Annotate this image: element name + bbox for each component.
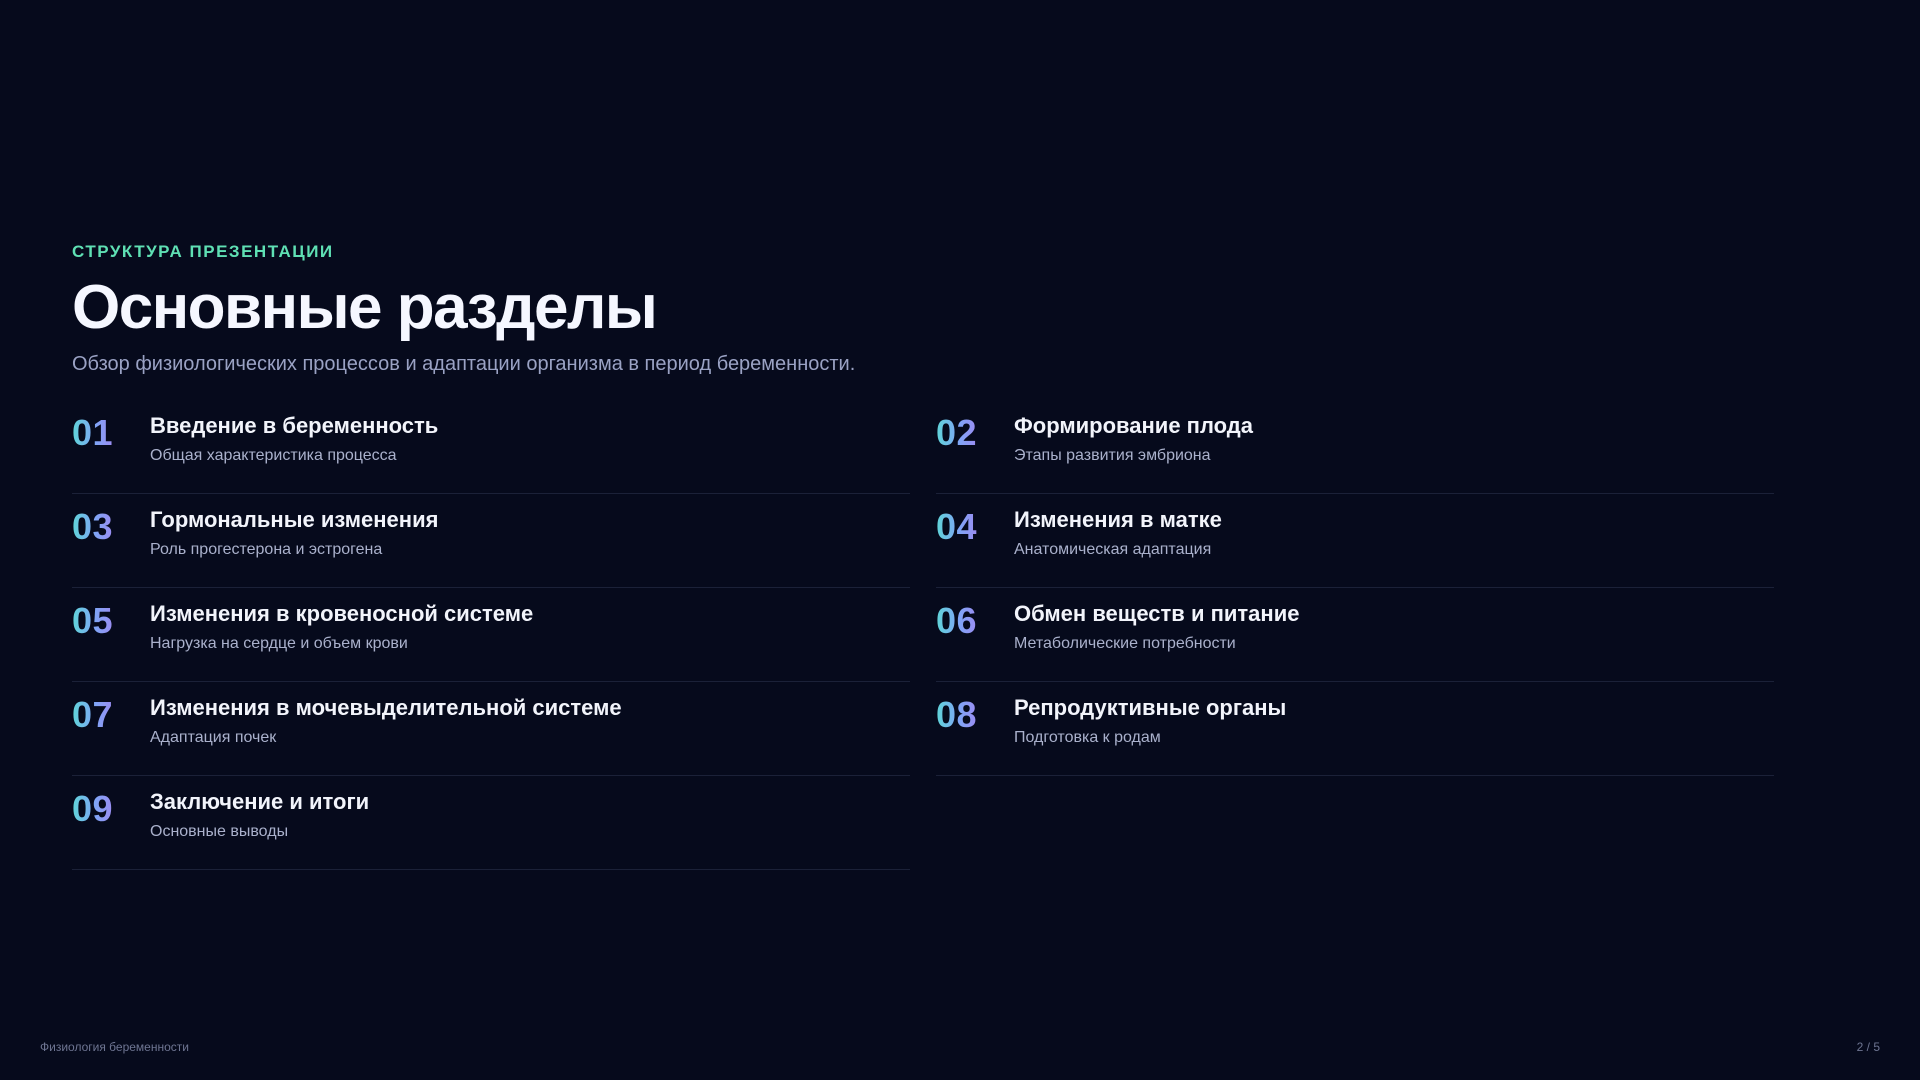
section-number: 09: [72, 788, 114, 829]
section-item-04: 04 Изменения в матке Анатомическая адапт…: [936, 494, 1774, 588]
section-title: Обмен веществ и питание: [1014, 601, 1300, 626]
section-description: Этапы развития эмбриона: [1014, 447, 1211, 464]
section-description: Анатомическая адаптация: [1014, 541, 1212, 558]
slide: СТРУКТУРА ПРЕЗЕНТАЦИИ Основные разделы О…: [0, 0, 1920, 1080]
section-number: 03: [72, 506, 114, 547]
footer-page-indicator: 2 / 5: [1856, 1040, 1880, 1054]
slide-content: СТРУКТУРА ПРЕЗЕНТАЦИИ Основные разделы О…: [72, 240, 1774, 870]
section-description: Адаптация почек: [150, 729, 277, 746]
section-description: Роль прогестерона и эстрогена: [150, 541, 383, 558]
section-description: Общая характеристика процесса: [150, 447, 397, 464]
section-title: Изменения в матке: [1014, 507, 1222, 532]
section-number: 07: [72, 694, 114, 735]
sections-grid: 01 Введение в беременность Общая характе…: [72, 400, 1774, 870]
section-title: Заключение и итоги: [150, 789, 370, 814]
section-item-09: 09 Заключение и итоги Основные выводы: [72, 776, 910, 870]
section-description: Метаболические потребности: [1014, 635, 1236, 652]
section-title: Изменения в мочевыделительной системе: [150, 695, 622, 720]
section-eyebrow: СТРУКТУРА ПРЕЗЕНТАЦИИ: [72, 242, 334, 261]
section-description: Нагрузка на сердце и объем крови: [150, 635, 408, 652]
section-item-03: 03 Гормональные изменения Роль прогестер…: [72, 494, 910, 588]
section-title: Репродуктивные органы: [1014, 695, 1287, 720]
section-title: Введение в беременность: [150, 413, 439, 438]
section-item-07: 07 Изменения в мочевыделительной системе…: [72, 682, 910, 776]
section-item-01: 01 Введение в беременность Общая характе…: [72, 400, 910, 494]
section-item-08: 08 Репродуктивные органы Подготовка к ро…: [936, 682, 1774, 776]
slide-subtitle: Обзор физиологических процессов и адапта…: [72, 353, 856, 375]
section-title: Формирование плода: [1014, 413, 1253, 438]
section-item-06: 06 Обмен веществ и питание Метаболически…: [936, 588, 1774, 682]
section-item-05: 05 Изменения в кровеносной системе Нагру…: [72, 588, 910, 682]
section-number: 08: [936, 694, 978, 735]
section-item-02: 02 Формирование плода Этапы развития эмб…: [936, 400, 1774, 494]
section-number: 04: [936, 506, 978, 547]
section-title: Изменения в кровеносной системе: [150, 601, 534, 626]
section-number: 02: [936, 412, 978, 453]
footer-deck-title: Физиология беременности: [40, 1040, 189, 1054]
slide-title: Основные разделы: [72, 273, 658, 342]
section-number: 05: [72, 600, 114, 641]
section-number: 01: [72, 412, 114, 453]
section-description: Основные выводы: [150, 823, 289, 840]
section-number: 06: [936, 600, 978, 641]
section-description: Подготовка к родам: [1014, 729, 1161, 746]
section-title: Гормональные изменения: [150, 507, 439, 532]
